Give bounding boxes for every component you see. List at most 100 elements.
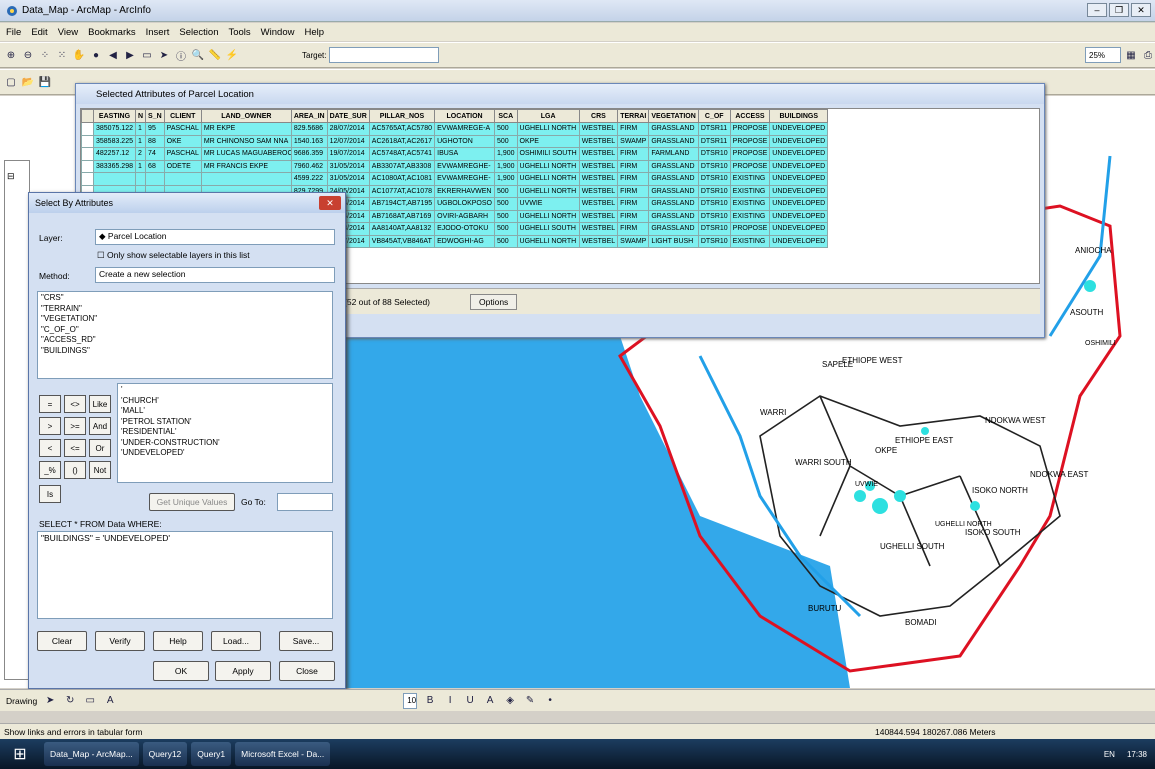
table-cell[interactable]: 31/05/2014: [326, 159, 370, 173]
table-cell[interactable]: FARMLAND: [648, 147, 699, 161]
taskbar-item-excel[interactable]: Microsoft Excel - Da...: [235, 742, 331, 766]
table-cell[interactable]: UNDEVELOPED: [769, 122, 829, 136]
op-greater-equal-button[interactable]: >=: [64, 417, 86, 435]
menu-selection[interactable]: Selection: [179, 27, 218, 38]
table-cell[interactable]: WESTBEL: [578, 134, 619, 148]
menu-bookmarks[interactable]: Bookmarks: [88, 27, 136, 38]
row-selector[interactable]: [81, 147, 94, 161]
table-cell[interactable]: 28/07/2014: [326, 122, 370, 136]
table-cell[interactable]: WESTBEL: [578, 222, 619, 236]
col-header[interactable]: EASTING: [93, 109, 136, 123]
help-button[interactable]: Help: [153, 631, 203, 651]
table-cell[interactable]: UGHELLI NORTH: [516, 209, 580, 223]
table-cell[interactable]: PROPOSE: [729, 122, 771, 136]
table-cell[interactable]: 500: [493, 197, 518, 211]
table-cell[interactable]: UNDEVELOPED: [769, 184, 829, 198]
table-cell[interactable]: UNDEVELOPED: [769, 234, 829, 248]
rotate-icon[interactable]: ↻: [63, 694, 77, 708]
table-cell[interactable]: 385075.122: [93, 122, 136, 136]
table-cell[interactable]: EXISTING: [729, 184, 771, 198]
table-cell[interactable]: 1: [134, 122, 147, 136]
table-cell[interactable]: 1,900: [493, 172, 518, 186]
layout-icon[interactable]: ▦: [1124, 48, 1138, 62]
table-cell[interactable]: OKE: [163, 134, 202, 148]
table-cell[interactable]: 383365.298: [93, 159, 136, 173]
underline-icon[interactable]: U: [463, 694, 477, 708]
col-header[interactable]: LOCATION: [434, 109, 495, 123]
table-cell[interactable]: [134, 172, 147, 186]
print-icon[interactable]: ⎙: [1141, 48, 1155, 62]
table-cell[interactable]: GRASSLAND: [648, 197, 699, 211]
italic-icon[interactable]: I: [443, 694, 457, 708]
op-parens-button[interactable]: (): [64, 461, 86, 479]
ok-button[interactable]: OK: [153, 661, 209, 681]
op-wildcard-button[interactable]: _%: [39, 461, 61, 479]
table-cell[interactable]: UNDEVELOPED: [769, 147, 829, 161]
field-item[interactable]: "CRS": [41, 293, 329, 304]
op-not-equal-button[interactable]: <>: [64, 395, 86, 413]
save-icon[interactable]: 💾: [38, 75, 52, 89]
fill-color-icon[interactable]: ◈: [503, 694, 517, 708]
col-header[interactable]: AREA_IN: [290, 109, 328, 123]
dialog-close-icon[interactable]: ✕: [319, 196, 341, 210]
col-header[interactable]: DATE_SUR: [326, 109, 370, 123]
zoom-out-icon[interactable]: ⊖: [21, 48, 35, 62]
table-cell[interactable]: EXISTING: [729, 172, 771, 186]
zoom-combo[interactable]: 25%: [1085, 47, 1121, 63]
table-cell[interactable]: DTSR11: [697, 134, 731, 148]
col-header[interactable]: N: [134, 109, 147, 123]
table-cell[interactable]: FIRM: [617, 147, 650, 161]
table-cell[interactable]: MR EKPE: [200, 122, 292, 136]
verify-button[interactable]: Verify: [95, 631, 145, 651]
menu-insert[interactable]: Insert: [146, 27, 170, 38]
table-cell[interactable]: UNDEVELOPED: [769, 159, 829, 173]
table-cell[interactable]: FIRM: [617, 197, 650, 211]
table-cell[interactable]: GRASSLAND: [648, 172, 699, 186]
table-cell[interactable]: EXISTING: [729, 197, 771, 211]
table-cell[interactable]: AC2618AT,AC2617: [368, 134, 436, 148]
op-not-button[interactable]: Not: [89, 461, 111, 479]
table-cell[interactable]: 1,900: [493, 147, 518, 161]
menu-help[interactable]: Help: [304, 27, 324, 38]
table-cell[interactable]: WESTBEL: [578, 209, 619, 223]
table-cell[interactable]: LIGHT BUSH: [648, 234, 699, 248]
col-header[interactable]: VEGETATION: [648, 109, 699, 123]
row-selector[interactable]: [81, 134, 94, 148]
language-indicator[interactable]: EN: [1104, 750, 1115, 759]
table-cell[interactable]: 31/05/2014: [326, 172, 370, 186]
target-combo[interactable]: [329, 47, 440, 63]
bold-icon[interactable]: B: [423, 694, 437, 708]
table-cell[interactable]: AC1080AT,AC1081: [368, 172, 436, 186]
close-dialog-button[interactable]: Close: [279, 661, 335, 681]
text-icon[interactable]: A: [103, 694, 117, 708]
table-cell[interactable]: 4599.222: [290, 172, 328, 186]
table-cell[interactable]: FIRM: [617, 222, 650, 236]
field-item[interactable]: "TERRAIN": [41, 304, 329, 315]
table-cell[interactable]: FIRM: [617, 172, 650, 186]
table-cell[interactable]: 500: [493, 122, 518, 136]
table-cell[interactable]: 500: [493, 209, 518, 223]
clock[interactable]: 17:38: [1127, 750, 1147, 759]
table-cell[interactable]: UNDEVELOPED: [769, 197, 829, 211]
table-cell[interactable]: AA8140AT,AA8132: [368, 222, 436, 236]
table-cell[interactable]: EVWAMREGHE-: [434, 159, 495, 173]
menu-tools[interactable]: Tools: [228, 27, 250, 38]
value-item[interactable]: 'MALL': [121, 406, 329, 417]
table-cell[interactable]: AC5748AT,AC5741: [368, 147, 436, 161]
table-cell[interactable]: OVIRI-AGBARH: [434, 209, 495, 223]
col-header[interactable]: CLIENT: [163, 109, 202, 123]
table-row[interactable]: 385075.122 1 95 PASCHAL MR EKPE 829.5686 28/07…: [81, 122, 829, 136]
line-color-icon[interactable]: ✎: [523, 694, 537, 708]
table-cell[interactable]: UNDEVELOPED: [769, 134, 829, 148]
table-cell[interactable]: WESTBEL: [578, 234, 619, 248]
table-cell[interactable]: IBUSA: [434, 147, 495, 161]
table-row[interactable]: 4599.222 31/05/2014 AC1080AT,AC1081 EVWAMRE…: [81, 172, 829, 186]
table-cell[interactable]: GRASSLAND: [648, 122, 699, 136]
table-row[interactable]: 383365.298 1 68 ODETE MR FRANCIS EKPE 7960.46…: [81, 159, 829, 173]
font-color-icon[interactable]: A: [483, 694, 497, 708]
table-cell[interactable]: PROPOSE: [729, 147, 771, 161]
start-orb-icon[interactable]: ⊞: [0, 740, 40, 768]
unique-values-list[interactable]: ' 'CHURCH' 'MALL' 'PETROL STATION' 'RESI…: [117, 383, 333, 483]
table-cell[interactable]: ODETE: [163, 159, 202, 173]
drawing-menu[interactable]: Drawing: [6, 696, 37, 706]
